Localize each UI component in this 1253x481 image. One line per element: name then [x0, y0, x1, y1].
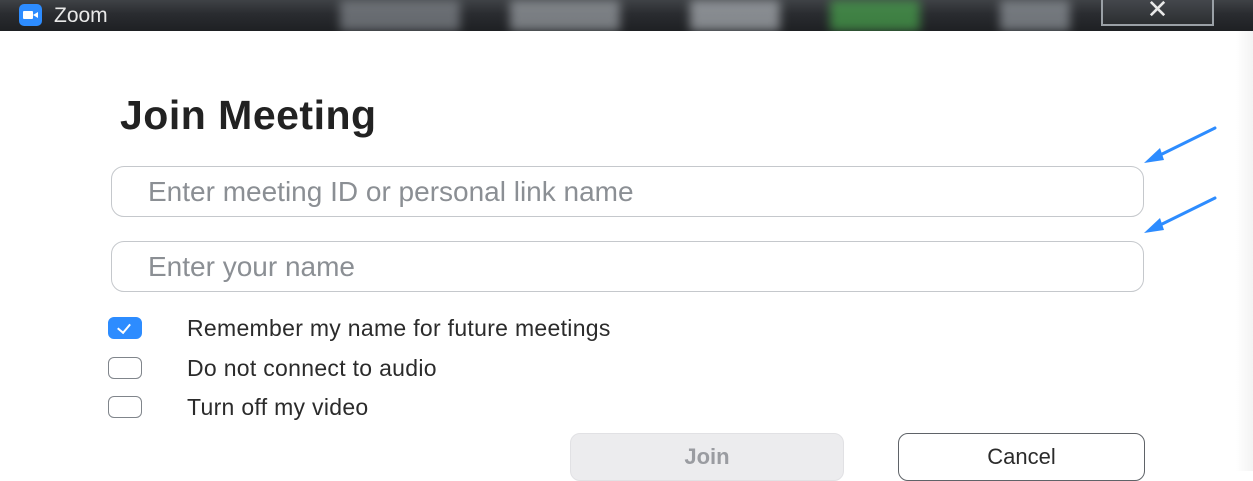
window-close-button[interactable]: ✕ — [1101, 0, 1214, 26]
window-right-edge — [1236, 31, 1253, 471]
join-button[interactable]: Join — [570, 433, 844, 481]
video-off-label: Turn off my video — [187, 393, 369, 420]
zoom-app-icon — [19, 4, 42, 26]
page-title: Join Meeting — [120, 92, 377, 138]
titlebar-blur — [830, 0, 920, 31]
annotation-arrow-icon — [1144, 196, 1217, 233]
titlebar-blur — [1000, 0, 1070, 31]
no-audio-option[interactable]: Do not connect to audio — [108, 353, 437, 383]
video-off-checkbox[interactable] — [108, 396, 142, 418]
titlebar-blur — [510, 0, 620, 31]
annotation-arrow-icon — [1144, 126, 1217, 163]
name-input[interactable] — [111, 241, 1144, 292]
remember-name-label: Remember my name for future meetings — [187, 314, 611, 341]
remember-name-option[interactable]: Remember my name for future meetings — [108, 313, 611, 343]
no-audio-checkbox[interactable] — [108, 357, 142, 379]
window-title: Zoom — [54, 4, 108, 27]
titlebar-blur — [340, 0, 460, 31]
titlebar-blur — [690, 0, 780, 31]
cancel-button[interactable]: Cancel — [898, 433, 1145, 481]
meeting-id-input[interactable] — [111, 166, 1144, 217]
no-audio-label: Do not connect to audio — [187, 354, 437, 381]
close-icon: ✕ — [1146, 0, 1169, 24]
remember-name-checkbox[interactable] — [108, 317, 142, 339]
video-off-option[interactable]: Turn off my video — [108, 392, 369, 422]
window-titlebar: Zoom ✕ — [0, 0, 1253, 31]
